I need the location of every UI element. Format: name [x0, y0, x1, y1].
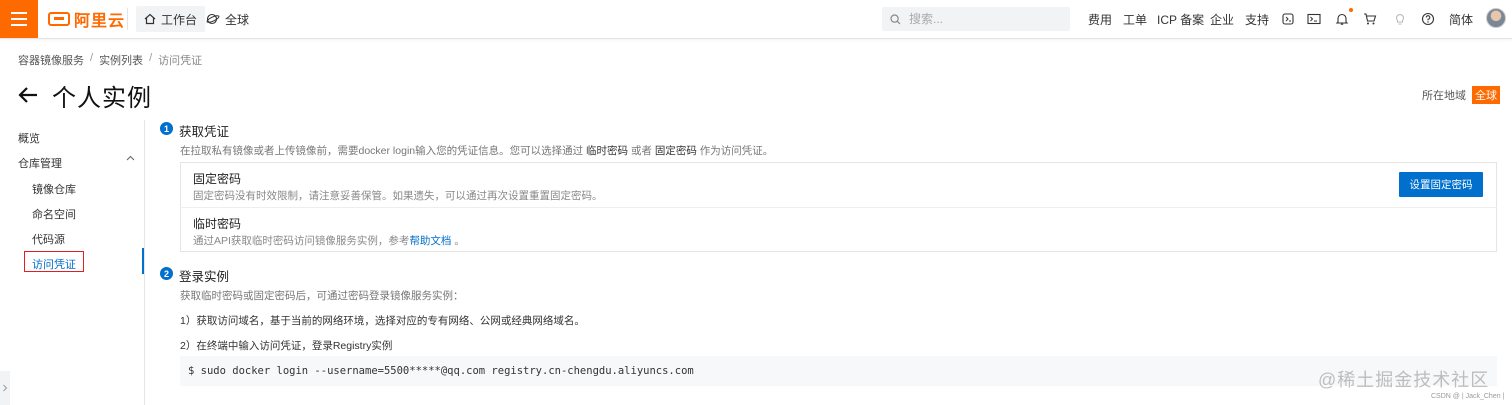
search-input[interactable]	[907, 11, 1061, 27]
step1-title: 获取凭证	[179, 125, 230, 139]
global-label: 全球	[225, 12, 250, 27]
sidebar-item-image-repo[interactable]: 镜像仓库	[32, 181, 76, 197]
breadcrumb-container-registry[interactable]: 容器镜像服务	[18, 52, 84, 68]
sidebar-item-code-source[interactable]: 代码源	[32, 231, 65, 247]
region-label: 所在地域	[1422, 90, 1466, 102]
desc-fixed-password: 固定密码	[654, 145, 697, 157]
notification-dot	[1349, 8, 1353, 12]
temp-desc-end: 。	[451, 235, 465, 247]
divider	[127, 8, 128, 30]
globe-icon	[206, 13, 220, 25]
page-header: 个人实例	[18, 80, 152, 112]
sidebar-item-repo-management[interactable]: 仓库管理	[18, 155, 62, 171]
page-title: 个人实例	[52, 84, 152, 112]
temp-password-title: 临时密码	[193, 217, 242, 231]
nav-billing[interactable]: 费用	[1088, 0, 1112, 38]
step2-description: 获取临时密码或固定密码后，可通过密码登录镜像服务实例：	[180, 290, 464, 302]
set-fixed-password-button[interactable]: 设置固定密码	[1399, 172, 1483, 197]
chevron-right-icon	[3, 384, 8, 392]
workbench-label: 工作台	[161, 12, 198, 27]
step2-instruction-2: 2）在终端中输入访问凭证，登录Registry实例	[180, 340, 393, 352]
step1-description: 在拉取私有镜像或者上传镜像前，需要docker login输入您的凭证信息。您可…	[180, 143, 773, 158]
desc-part: 在拉取私有镜像或者上传镜像前，需要docker login输入您的凭证信息。您可…	[180, 145, 587, 157]
step-number-badge: 1	[160, 122, 173, 135]
step2-title: 登录实例	[179, 270, 230, 284]
global-region-button[interactable]: 全球	[206, 6, 249, 32]
cart-icon[interactable]	[1362, 11, 1378, 27]
step-number-badge: 2	[160, 267, 173, 280]
search-icon	[890, 13, 901, 24]
aliyun-logo[interactable]: 阿里云	[48, 9, 126, 30]
home-icon	[144, 13, 156, 25]
top-navigation-bar: 阿里云 工作台 全球 费用 工单 ICP 备案 企业 支持 简体	[0, 0, 1512, 39]
temp-password-description: 通过API获取临时密码访问镜像服务实例，参考帮助文档 。	[193, 233, 465, 248]
sidebar-item-namespace[interactable]: 命名空间	[32, 206, 76, 222]
help-doc-link[interactable]: 帮助文档	[409, 235, 451, 247]
language-switch[interactable]: 简体	[1449, 0, 1473, 38]
temp-desc-text: 通过API获取临时密码访问镜像服务实例，参考	[193, 235, 410, 247]
desc-part: 或者	[628, 145, 655, 157]
sidebar-item-access-credential[interactable]: 访问凭证	[32, 256, 76, 272]
desc-temp-password: 临时密码	[586, 145, 629, 157]
nav-icp-filing[interactable]: ICP 备案	[1157, 0, 1204, 38]
bell-icon[interactable]	[1334, 11, 1350, 27]
lightbulb-icon[interactable]	[1392, 11, 1408, 27]
desc-part: 作为访问凭证。	[696, 145, 774, 157]
fixed-password-title: 固定密码	[193, 172, 242, 186]
breadcrumb: 容器镜像服务 / 实例列表 / 访问凭证	[18, 52, 202, 68]
region-badge: 全球	[1472, 86, 1500, 104]
breadcrumb-separator: /	[90, 52, 94, 64]
nav-support[interactable]: 支持	[1245, 0, 1269, 38]
sidebar-collapse-button[interactable]	[0, 371, 10, 405]
step2-instruction-1: 1）获取访问域名，基于当前的网络环境，选择对应的专有网络、公网或经典网络域名。	[180, 315, 585, 327]
search-box[interactable]	[882, 7, 1070, 31]
active-indicator	[142, 248, 144, 274]
help-icon[interactable]	[1420, 11, 1436, 27]
nav-tickets[interactable]: 工单	[1123, 0, 1147, 38]
logo-text: 阿里云	[74, 13, 126, 30]
breadcrumb-separator: /	[149, 52, 153, 64]
fixed-password-description: 固定密码没有时效限制，请注意妥善保管。如果遗失，可以通过再次设置重置固定密码。	[193, 190, 603, 202]
user-avatar[interactable]	[1486, 8, 1506, 28]
breadcrumb-current: 访问凭证	[158, 55, 203, 67]
hamburger-menu-button[interactable]	[0, 0, 38, 38]
divider	[180, 207, 1497, 208]
cloud-shell-icon[interactable]	[1280, 11, 1296, 27]
watermark-text: @稀土掘金技术社区	[1318, 370, 1490, 390]
csdn-watermark: CSDN @ | Jack_Chen |	[1431, 393, 1505, 400]
workbench-button[interactable]: 工作台	[136, 6, 206, 32]
nav-enterprise[interactable]: 企业	[1210, 0, 1234, 38]
terminal-icon[interactable]	[1306, 11, 1322, 27]
sidebar-item-overview[interactable]: 概览	[18, 130, 40, 146]
aliyun-logo-icon	[48, 12, 70, 26]
login-command-block[interactable]: $ sudo docker login --username=5500*****…	[180, 356, 1497, 386]
breadcrumb-instance-list[interactable]: 实例列表	[99, 52, 143, 68]
back-arrow-icon[interactable]	[18, 86, 38, 104]
chevron-up-icon[interactable]	[126, 155, 135, 161]
